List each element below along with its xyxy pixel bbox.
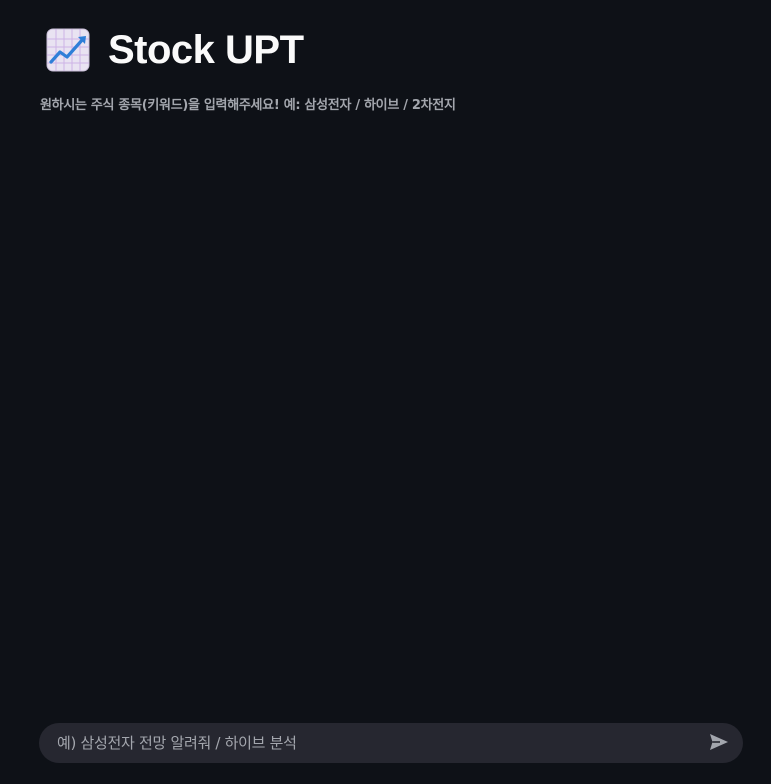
page-header: Stock UPT bbox=[46, 26, 304, 74]
page-title: Stock UPT bbox=[108, 28, 304, 72]
send-icon bbox=[709, 733, 729, 754]
app-root: Stock UPT 원하시는 주식 종목(키워드)을 입력해주세요! 예: 삼성… bbox=[0, 0, 771, 784]
send-button[interactable] bbox=[699, 723, 739, 763]
chart-increasing-icon bbox=[46, 28, 90, 72]
chat-input[interactable] bbox=[39, 723, 699, 763]
instruction-caption: 원하시는 주식 종목(키워드)을 입력해주세요! 예: 삼성전자 / 하이브 /… bbox=[40, 98, 456, 113]
chat-input-container bbox=[39, 723, 743, 763]
